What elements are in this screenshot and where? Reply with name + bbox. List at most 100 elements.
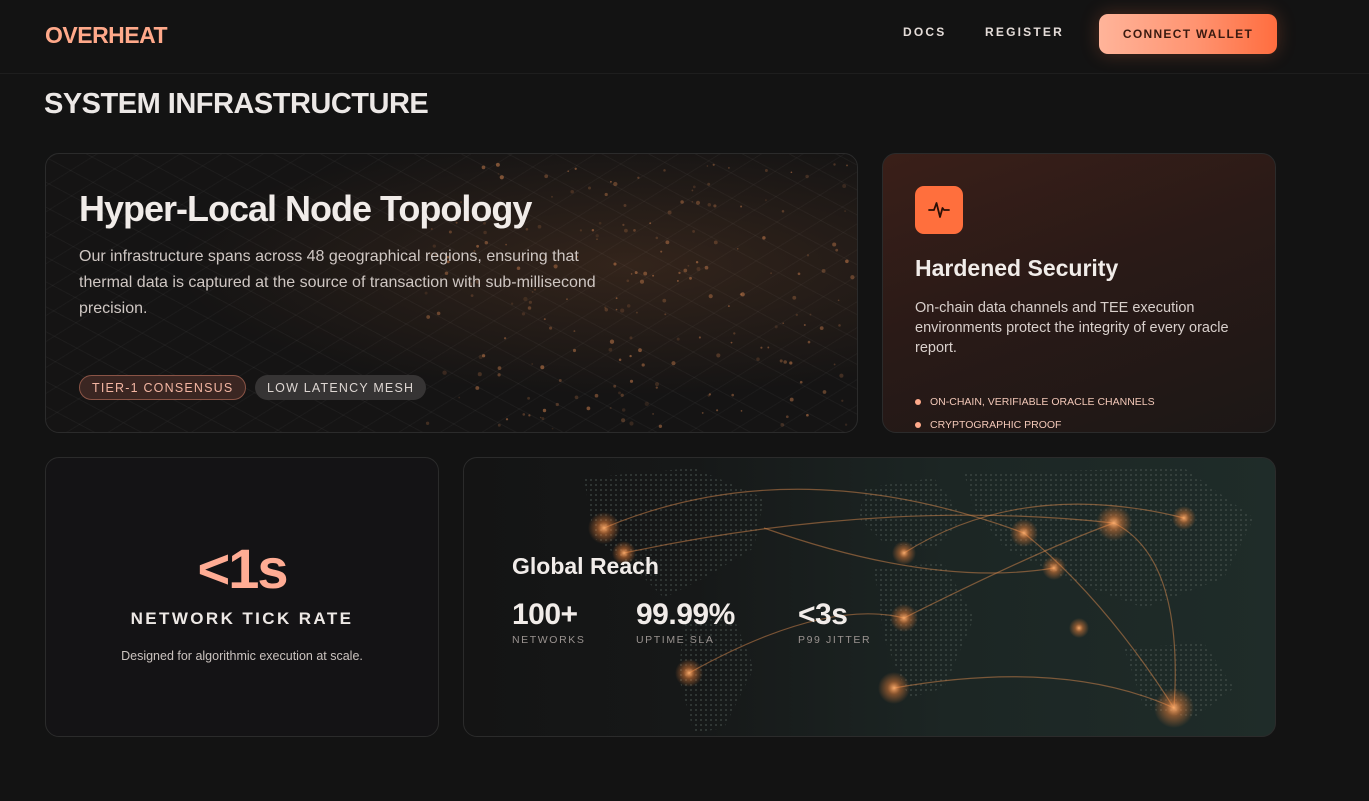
node-dot [678, 271, 681, 275]
node-dot [790, 171, 793, 174]
node-dot [841, 399, 844, 402]
tick-rate-value: <1s [197, 537, 289, 600]
node-dot [637, 176, 640, 179]
node-dot [706, 165, 709, 167]
node-dot [497, 373, 501, 377]
node-dot [591, 228, 595, 232]
node-dot [495, 162, 500, 167]
node-dot [760, 346, 763, 349]
node-dot [833, 363, 836, 366]
node-dot [740, 292, 745, 297]
node-dot [680, 200, 684, 204]
node-dot [712, 163, 715, 166]
node-dot [540, 365, 545, 370]
section-title: SYSTEM INFRASTRUCTURE [44, 88, 429, 120]
node-dot [555, 402, 559, 407]
node-dot [608, 347, 613, 352]
node-dot [442, 370, 447, 375]
node-dot [425, 421, 430, 425]
stat-value: <3s [798, 598, 848, 631]
node-dot [613, 181, 618, 187]
node-dot [707, 203, 712, 207]
topology-title: Hyper-Local Node Topology [79, 188, 532, 229]
node-dot [833, 163, 836, 166]
node-dot [727, 166, 730, 169]
feature-label: CRYPTOGRAPHIC PROOF [930, 418, 1062, 431]
tag-low-latency-mesh: LOW LATENCY MESH [255, 375, 427, 400]
node-dot [604, 192, 608, 197]
node-dot [692, 185, 696, 189]
node-dot [797, 272, 801, 276]
node-dot [594, 393, 599, 398]
nav-link-register[interactable]: REGISTER [985, 25, 1064, 39]
node-dot [683, 268, 688, 273]
node-dot [644, 401, 649, 406]
node-dot [537, 224, 542, 229]
tag-tier-1-consensus: TIER-1 CONSENSUS [79, 375, 247, 400]
topology-card: Hyper-Local Node Topology Our infrastruc… [45, 153, 858, 433]
node-dot [528, 414, 531, 417]
stat-uptime-sla: 99.99% UPTIME SLA [636, 598, 735, 646]
node-dot [448, 230, 452, 234]
node-dot [781, 210, 785, 213]
tick-rate-description: Designed for algorithmic execution at sc… [121, 649, 363, 663]
node-dot [475, 386, 480, 390]
node-dot [792, 295, 797, 300]
node-dot [676, 337, 680, 341]
node-dot [695, 260, 699, 264]
node-dot [671, 361, 676, 366]
nav-link-docs[interactable]: DOCS [903, 25, 946, 39]
security-feature-list: ON-CHAIN, VERIFIABLE ORACLE CHANNELS CRY… [915, 390, 1155, 432]
node-dot [652, 274, 655, 277]
stat-label: P99 JITTER [798, 634, 872, 646]
node-dot [558, 379, 562, 382]
node-dot [639, 279, 645, 284]
security-description: On-chain data channels and TEE execution… [915, 300, 1229, 356]
node-dot [649, 222, 652, 225]
connect-wallet-button[interactable]: CONNECT WALLET [1099, 14, 1277, 54]
node-dot [806, 413, 809, 417]
node-dot [740, 410, 743, 412]
node-dot [695, 200, 701, 205]
node-dot [774, 325, 778, 329]
node-dot [626, 279, 630, 283]
node-dot [629, 421, 634, 426]
node-dot [667, 210, 672, 215]
stat-label: UPTIME SLA [636, 634, 715, 646]
node-dot [795, 313, 799, 317]
node-dot [497, 172, 500, 175]
node-dot [551, 427, 554, 430]
tick-rate-label: NETWORK TICK RATE [130, 609, 354, 628]
node-dot [762, 236, 766, 240]
node-dot [551, 195, 553, 198]
node-dot [483, 230, 487, 235]
node-dot [570, 190, 574, 194]
node-dot [620, 393, 624, 397]
node-dot [842, 184, 847, 188]
node-dot [481, 354, 486, 358]
node-dot [716, 353, 721, 358]
node-dot [704, 265, 709, 270]
bullet-dot-icon [915, 398, 921, 405]
node-dot [799, 380, 803, 384]
node-dot [664, 313, 667, 316]
node-dot [822, 390, 827, 394]
node-dot [618, 391, 621, 395]
list-item: ON-CHAIN, VERIFIABLE ORACLE CHANNELS [915, 390, 1155, 413]
node-dot [613, 384, 617, 388]
node-dot [652, 412, 655, 415]
node-dot [598, 221, 602, 225]
node-dot [783, 360, 787, 364]
node-dot [635, 311, 638, 314]
node-dot [687, 264, 690, 267]
node-dot [622, 223, 625, 227]
node-dot [698, 336, 701, 339]
node-dot [838, 324, 841, 327]
node-dot [629, 336, 633, 340]
stat-value: 100+ [512, 598, 578, 631]
node-dot [740, 205, 743, 208]
node-dot [708, 294, 713, 299]
node-dot [544, 174, 549, 179]
brand-logo[interactable]: OVERHEAT [45, 22, 168, 49]
node-dot [573, 330, 576, 333]
